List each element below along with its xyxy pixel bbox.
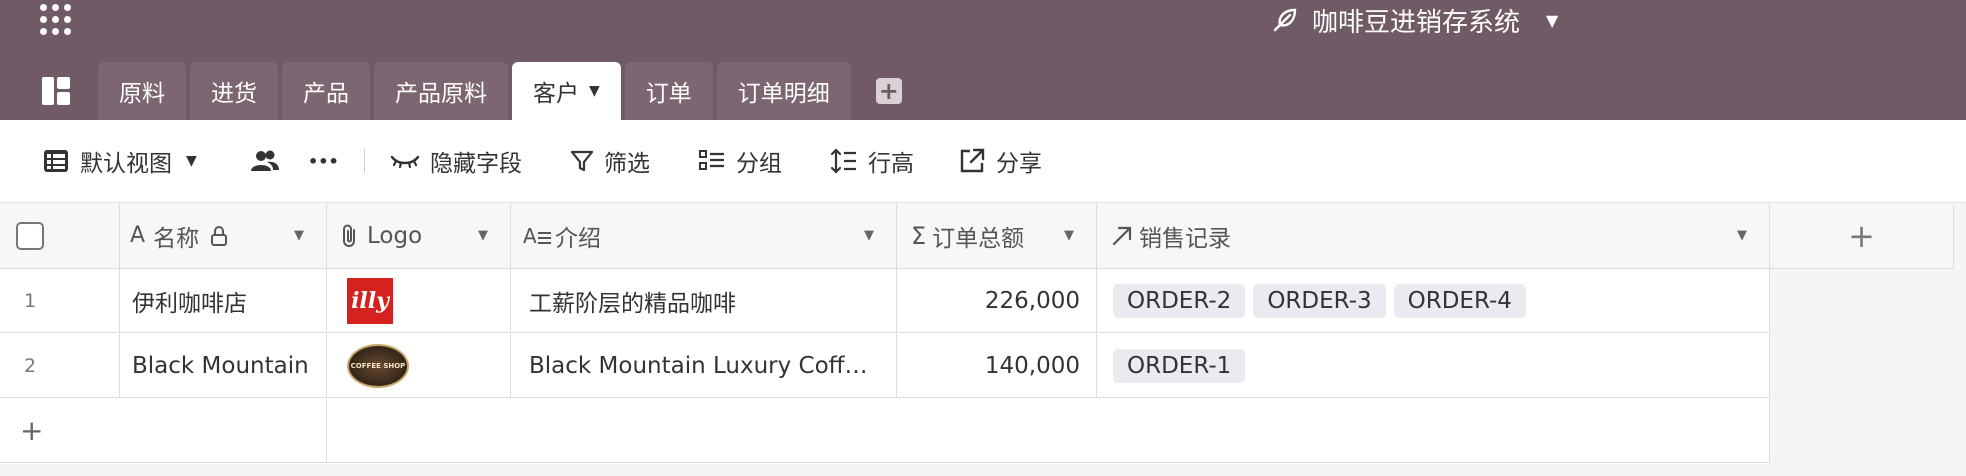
- column-label: 销售记录: [1139, 225, 1231, 252]
- link-arrow-icon: [1112, 226, 1132, 245]
- cell-intro[interactable]: 工薪阶层的精品咖啡: [511, 269, 897, 333]
- add-row-bar: +: [0, 399, 1770, 464]
- share-button[interactable]: 分享: [958, 120, 1042, 202]
- view-toolbar: 默认视图 ▼ ••• 隐藏字段 筛选 分组 行高 分享: [0, 120, 1966, 203]
- cell-intro[interactable]: Black Mountain Luxury Coff…: [511, 334, 897, 398]
- tab-label: 订单: [645, 81, 692, 107]
- table-row[interactable]: 2 Black Mountain COFFEE SHOP Black Mount…: [0, 334, 1770, 399]
- chevron-down-icon: ▼: [186, 153, 197, 169]
- tab-label: 客户: [533, 81, 579, 107]
- app-header: 咖啡豆进销存系统 ▼ 原料 进货 产品 产品原料 客户 ▼ 订单 订单明细 +: [0, 0, 1966, 120]
- tab-order-details[interactable]: 订单明细: [716, 62, 851, 120]
- add-row-empty: [327, 399, 1770, 463]
- group-button[interactable]: 分组: [698, 120, 782, 202]
- order-tag[interactable]: ORDER-3: [1253, 283, 1386, 318]
- cell-name[interactable]: 伊利咖啡店: [120, 269, 327, 333]
- cell-logo[interactable]: illy: [327, 269, 511, 333]
- column-label: 订单总额: [932, 225, 1025, 252]
- hide-fields-button[interactable]: 隐藏字段: [390, 120, 522, 202]
- row-number: 1: [0, 269, 120, 333]
- collaborators-button[interactable]: [250, 120, 290, 202]
- add-column-button[interactable]: +: [1770, 203, 1954, 269]
- text-field-icon: A: [130, 223, 146, 248]
- view-selector-button[interactable]: 默认视图 ▼: [42, 120, 197, 202]
- attachment-icon: [343, 224, 355, 247]
- tab-customers[interactable]: 客户 ▼: [512, 62, 621, 120]
- column-header-logo[interactable]: Logo ▼: [327, 203, 511, 269]
- order-tag[interactable]: ORDER-4: [1393, 283, 1526, 318]
- chevron-down-icon[interactable]: ▼: [1064, 228, 1074, 243]
- tab-label: 订单明细: [737, 81, 830, 107]
- illy-logo-image: illy: [347, 277, 393, 324]
- tab-purchases[interactable]: 进货: [190, 62, 278, 120]
- cell-total[interactable]: 140,000: [897, 334, 1097, 398]
- filter-button[interactable]: 筛选: [570, 120, 650, 202]
- chevron-down-icon[interactable]: ▼: [864, 228, 874, 243]
- chevron-down-icon[interactable]: ▼: [478, 228, 488, 243]
- column-label: 介绍: [555, 225, 601, 252]
- cell-total[interactable]: 226,000: [897, 269, 1097, 333]
- cell-sales[interactable]: ORDER-2 ORDER-3 ORDER-4: [1097, 269, 1770, 333]
- chevron-down-icon[interactable]: ▼: [294, 228, 304, 243]
- tab-product-materials[interactable]: 产品原料: [374, 62, 508, 120]
- group-list-icon: [699, 150, 724, 170]
- view-label: 默认视图: [80, 151, 172, 177]
- tab-label: 产品原料: [395, 81, 487, 107]
- column-header-total[interactable]: Σ 订单总额 ▼: [897, 203, 1097, 269]
- tab-raw-materials[interactable]: 原料: [98, 62, 186, 120]
- tab-products[interactable]: 产品: [282, 62, 370, 120]
- sum-formula-icon: Σ: [911, 221, 927, 250]
- table-row[interactable]: 1 伊利咖啡店 illy 工薪阶层的精品咖啡 226,000 ORDER-2 O…: [0, 269, 1770, 334]
- cell-logo[interactable]: COFFEE SHOP: [327, 334, 511, 398]
- layout-icon[interactable]: [36, 62, 76, 120]
- more-options-button[interactable]: •••: [308, 120, 339, 202]
- hide-fields-label: 隐藏字段: [430, 151, 522, 177]
- column-label: 名称: [153, 225, 200, 252]
- plus-icon: +: [875, 78, 902, 104]
- chevron-down-icon[interactable]: ▼: [1546, 11, 1558, 30]
- table-view-icon: [44, 150, 68, 172]
- coffee-shop-logo-image: COFFEE SHOP: [347, 343, 409, 388]
- group-label: 分组: [736, 151, 782, 177]
- filter-label: 筛选: [604, 151, 650, 177]
- column-header-intro[interactable]: A 介绍 ▼: [511, 203, 897, 269]
- select-all-header: [0, 203, 120, 269]
- order-tag[interactable]: ORDER-2: [1113, 283, 1246, 318]
- data-grid: A 名称 ▼ Logo ▼ A 介绍 ▼ Σ 订单总额 ▼ 销售记录 ▼ + 1…: [0, 203, 1966, 476]
- row-height-label: 行高: [868, 151, 914, 177]
- tab-label: 产品: [303, 81, 349, 107]
- tab-orders[interactable]: 订单: [624, 62, 713, 120]
- apps-grid-icon[interactable]: [40, 4, 72, 36]
- long-text-icon: A: [523, 225, 551, 247]
- chevron-down-icon[interactable]: ▼: [589, 83, 600, 99]
- order-tag[interactable]: ORDER-1: [1113, 348, 1246, 383]
- eye-closed-icon: [390, 155, 420, 169]
- share-icon: [960, 148, 985, 173]
- row-height-button[interactable]: 行高: [830, 120, 914, 202]
- svg-text:A: A: [523, 225, 537, 247]
- row-number: 2: [0, 334, 120, 398]
- add-table-button[interactable]: +: [873, 62, 905, 120]
- toolbar-divider: [364, 149, 365, 173]
- row-height-icon: [830, 148, 856, 174]
- table-tabs: 原料 进货 产品 产品原料 客户 ▼ 订单 订单明细 +: [0, 62, 905, 120]
- users-icon: [251, 150, 279, 171]
- app-title: 咖啡豆进销存系统: [1312, 7, 1521, 38]
- column-label: Logo: [367, 222, 423, 249]
- tab-label: 进货: [211, 81, 257, 107]
- cell-name[interactable]: Black Mountain: [120, 334, 327, 398]
- tab-label: 原料: [119, 81, 165, 107]
- add-row-button[interactable]: +: [0, 399, 327, 463]
- column-header-sales[interactable]: 销售记录 ▼: [1097, 203, 1770, 269]
- column-header-name[interactable]: A 名称 ▼: [120, 203, 327, 269]
- feather-icon: [1272, 7, 1298, 33]
- filter-icon: [570, 150, 594, 172]
- select-all-checkbox[interactable]: [16, 221, 44, 250]
- lock-icon: [211, 225, 228, 246]
- cell-sales[interactable]: ORDER-1: [1097, 334, 1770, 398]
- app-title-menu[interactable]: 咖啡豆进销存系统 ▼: [1272, 0, 1558, 40]
- chevron-down-icon[interactable]: ▼: [1737, 228, 1747, 243]
- share-label: 分享: [996, 151, 1042, 177]
